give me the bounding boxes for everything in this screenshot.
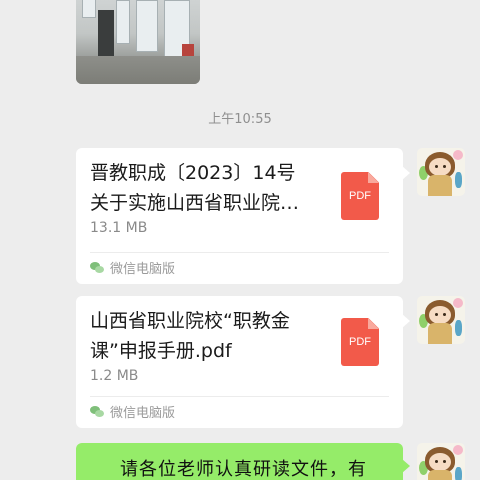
avatar-detail	[455, 172, 462, 188]
avatar-detail	[455, 467, 462, 480]
message-text: 请各位老师认真研读文件，有	[120, 459, 367, 480]
message-timestamp: 上午10:55	[208, 112, 272, 127]
wechat-icon	[90, 405, 104, 418]
avatar-detail	[428, 323, 452, 344]
avatar-detail	[428, 470, 452, 480]
file-source: 微信电脑版	[90, 402, 175, 421]
avatar-detail	[429, 453, 451, 471]
avatar-detail	[453, 298, 463, 308]
photo-detail	[76, 56, 200, 84]
pdf-file-icon-label: PDF	[349, 190, 371, 202]
avatar-detail	[435, 313, 438, 316]
avatar-detail	[453, 445, 463, 455]
file-title: 晋教职成〔2023〕14号 关于实施山西省职业院…	[90, 158, 318, 218]
file-message[interactable]: 晋教职成〔2023〕14号 关于实施山西省职业院… PDF 13.1 MB 微信…	[76, 148, 410, 284]
wechat-icon	[90, 261, 104, 274]
file-message[interactable]: 山西省职业院校“职教金 课”申报手册.pdf PDF 1.2 MB 微信电脑版	[76, 296, 410, 428]
avatar-detail	[435, 460, 438, 463]
avatar-detail	[443, 460, 446, 463]
avatar-detail	[429, 306, 451, 324]
image-message[interactable]	[76, 0, 200, 84]
avatar-detail	[455, 320, 462, 336]
file-source-label: 微信电脑版	[110, 406, 176, 421]
file-title: 山西省职业院校“职教金 课”申报手册.pdf	[90, 306, 318, 366]
avatar[interactable]	[417, 296, 465, 344]
file-title-line: 晋教职成〔2023〕14号	[90, 162, 296, 184]
divider	[90, 396, 389, 397]
avatar-detail	[429, 158, 451, 176]
text-message[interactable]: 请各位老师认真研读文件，有	[76, 443, 410, 480]
photo-detail	[116, 0, 130, 44]
avatar-detail	[435, 165, 438, 168]
avatar[interactable]	[417, 443, 465, 480]
divider	[90, 252, 389, 253]
photo-detail	[98, 10, 114, 58]
file-source-label: 微信电脑版	[110, 262, 176, 277]
photo-detail	[82, 0, 96, 18]
file-title-line: 山西省职业院校“职教金	[90, 310, 290, 332]
file-size: 13.1 MB	[90, 220, 148, 236]
file-source: 微信电脑版	[90, 258, 175, 277]
file-title-line: 关于实施山西省职业院…	[90, 192, 300, 214]
pdf-file-icon-label: PDF	[349, 336, 371, 348]
avatar-detail	[428, 175, 452, 196]
avatar[interactable]	[417, 148, 465, 196]
avatar-detail	[443, 165, 446, 168]
pdf-file-icon: PDF	[341, 318, 379, 366]
file-title-line: 课”申报手册.pdf	[90, 340, 232, 362]
photo-detail	[136, 0, 158, 52]
pdf-file-icon: PDF	[341, 172, 379, 220]
avatar-detail	[453, 150, 463, 160]
avatar-detail	[443, 313, 446, 316]
file-size: 1.2 MB	[90, 368, 139, 384]
